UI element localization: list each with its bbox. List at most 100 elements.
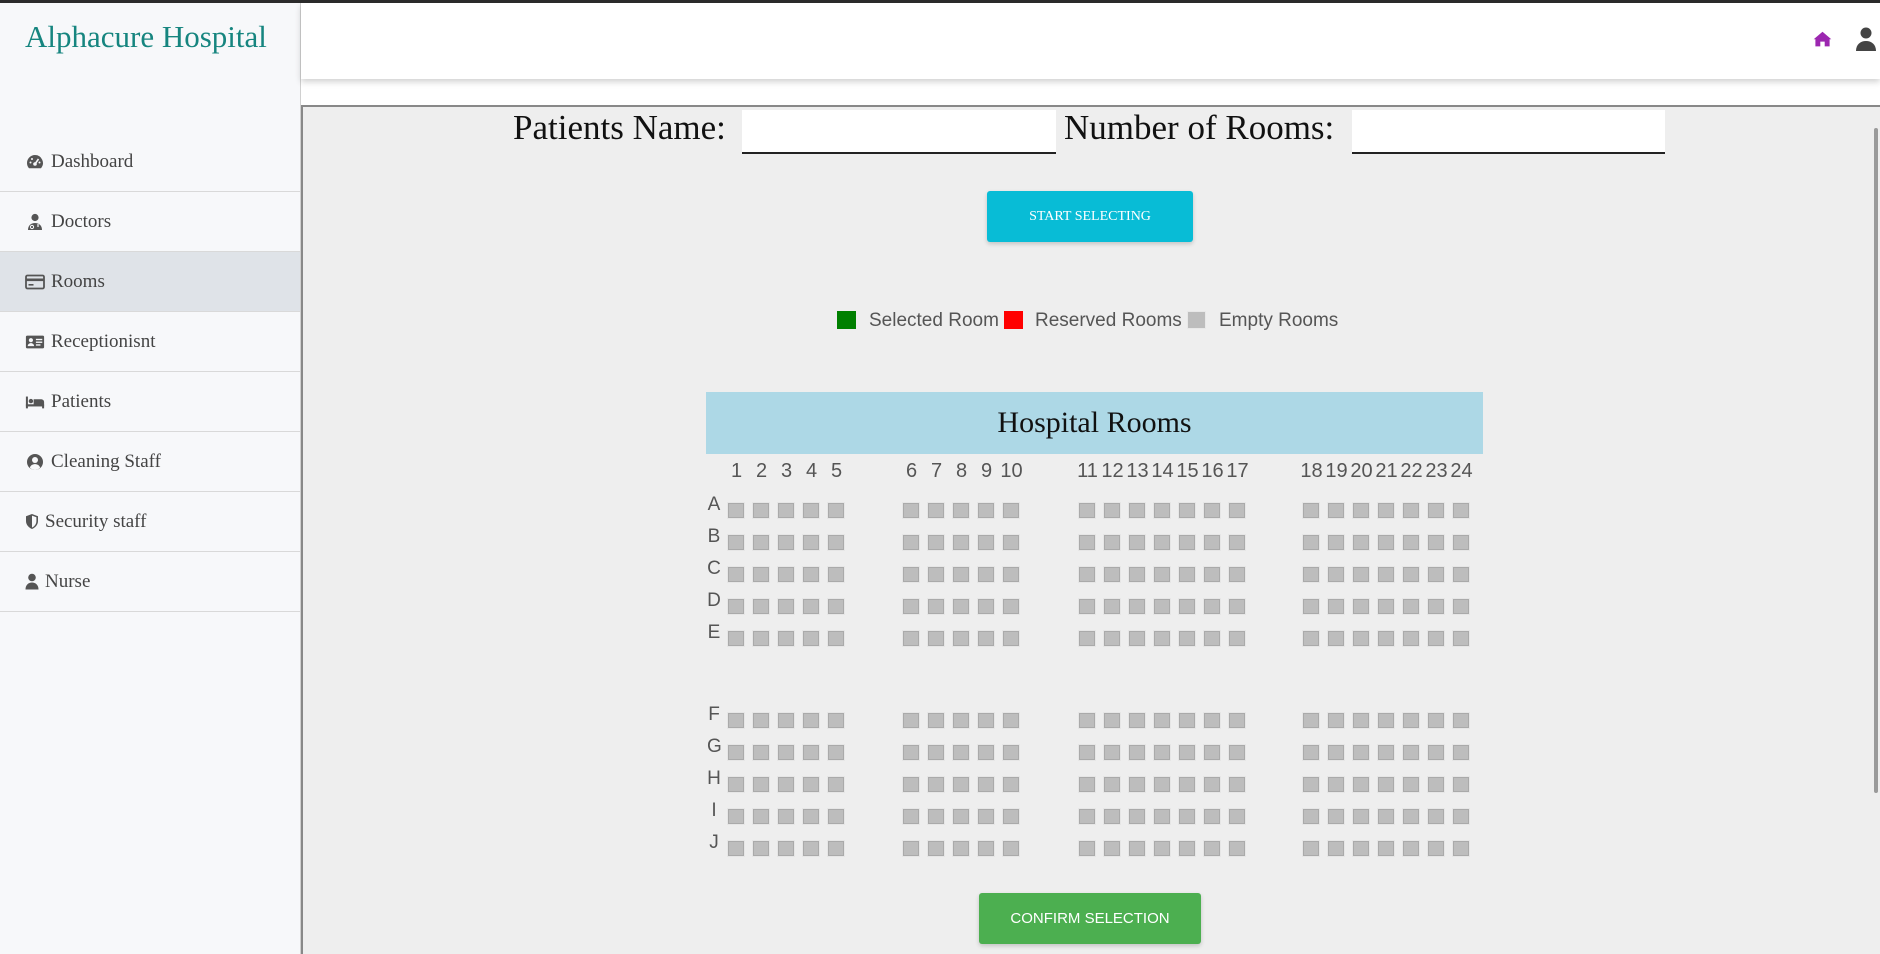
room-seat[interactable] <box>827 744 845 761</box>
room-seat[interactable] <box>902 566 920 583</box>
room-seat[interactable] <box>1427 598 1445 615</box>
room-seat[interactable] <box>1377 502 1395 519</box>
sidebar-item-receptionist[interactable]: Receptionisnt <box>0 312 300 372</box>
room-seat[interactable] <box>977 630 995 647</box>
room-seat[interactable] <box>802 840 820 857</box>
patient-name-input[interactable] <box>742 110 1056 154</box>
room-seat[interactable] <box>827 502 845 519</box>
room-seat[interactable] <box>1427 744 1445 761</box>
room-seat[interactable] <box>752 598 770 615</box>
room-seat[interactable] <box>902 502 920 519</box>
room-seat[interactable] <box>827 776 845 793</box>
room-seat[interactable] <box>1178 534 1196 551</box>
room-seat[interactable] <box>1427 840 1445 857</box>
room-seat[interactable] <box>1352 712 1370 729</box>
room-seat[interactable] <box>1178 776 1196 793</box>
room-seat[interactable] <box>1228 840 1246 857</box>
room-seat[interactable] <box>1302 712 1320 729</box>
room-seat[interactable] <box>1352 598 1370 615</box>
room-seat[interactable] <box>927 712 945 729</box>
room-seat[interactable] <box>827 840 845 857</box>
room-seat[interactable] <box>1153 630 1171 647</box>
room-seat[interactable] <box>1103 534 1121 551</box>
room-seat[interactable] <box>827 598 845 615</box>
room-seat[interactable] <box>1002 598 1020 615</box>
room-seat[interactable] <box>752 744 770 761</box>
room-seat[interactable] <box>1178 808 1196 825</box>
room-seat[interactable] <box>1402 776 1420 793</box>
room-seat[interactable] <box>1103 776 1121 793</box>
room-seat[interactable] <box>1302 534 1320 551</box>
room-seat[interactable] <box>727 776 745 793</box>
room-seat[interactable] <box>1402 502 1420 519</box>
room-seat[interactable] <box>1002 744 1020 761</box>
room-seat[interactable] <box>902 630 920 647</box>
room-seat[interactable] <box>752 502 770 519</box>
room-seat[interactable] <box>1128 598 1146 615</box>
room-seat[interactable] <box>952 744 970 761</box>
room-seat[interactable] <box>1078 840 1096 857</box>
room-seat[interactable] <box>1228 776 1246 793</box>
room-seat[interactable] <box>1327 598 1345 615</box>
confirm-selection-button[interactable]: Confirm Selection <box>979 893 1201 944</box>
room-seat[interactable] <box>927 502 945 519</box>
room-seat[interactable] <box>1153 712 1171 729</box>
room-seat[interactable] <box>1452 566 1470 583</box>
app-title[interactable]: Alphacure Hospital <box>25 19 267 55</box>
sidebar-item-doctors[interactable]: Doctors <box>0 192 300 252</box>
room-seat[interactable] <box>1327 502 1345 519</box>
room-seat[interactable] <box>1302 598 1320 615</box>
room-seat[interactable] <box>777 630 795 647</box>
room-seat[interactable] <box>1203 630 1221 647</box>
room-seat[interactable] <box>1078 744 1096 761</box>
room-seat[interactable] <box>827 630 845 647</box>
room-seat[interactable] <box>727 712 745 729</box>
room-seat[interactable] <box>1228 744 1246 761</box>
room-seat[interactable] <box>1103 598 1121 615</box>
room-seat[interactable] <box>1352 630 1370 647</box>
room-seat[interactable] <box>902 808 920 825</box>
room-seat[interactable] <box>1178 630 1196 647</box>
room-seat[interactable] <box>952 630 970 647</box>
room-seat[interactable] <box>1452 840 1470 857</box>
room-seat[interactable] <box>1327 534 1345 551</box>
room-seat[interactable] <box>1452 598 1470 615</box>
room-seat[interactable] <box>977 502 995 519</box>
room-seat[interactable] <box>977 808 995 825</box>
room-seat[interactable] <box>1128 502 1146 519</box>
room-seat[interactable] <box>802 744 820 761</box>
room-seat[interactable] <box>1103 744 1121 761</box>
room-seat[interactable] <box>1377 566 1395 583</box>
room-seat[interactable] <box>1128 630 1146 647</box>
room-seat[interactable] <box>1352 776 1370 793</box>
room-seat[interactable] <box>1427 502 1445 519</box>
room-seat[interactable] <box>1078 598 1096 615</box>
room-seat[interactable] <box>1352 840 1370 857</box>
room-seat[interactable] <box>1402 840 1420 857</box>
room-seat[interactable] <box>777 566 795 583</box>
room-seat[interactable] <box>1203 840 1221 857</box>
room-seat[interactable] <box>1327 712 1345 729</box>
room-seat[interactable] <box>1452 630 1470 647</box>
room-seat[interactable] <box>1178 566 1196 583</box>
room-seat[interactable] <box>1302 744 1320 761</box>
room-seat[interactable] <box>1377 744 1395 761</box>
room-seat[interactable] <box>952 840 970 857</box>
room-seat[interactable] <box>1178 744 1196 761</box>
room-seat[interactable] <box>752 534 770 551</box>
scrollbar[interactable] <box>1874 128 1878 793</box>
room-seat[interactable] <box>1078 502 1096 519</box>
room-seat[interactable] <box>927 566 945 583</box>
room-seat[interactable] <box>1377 534 1395 551</box>
room-seat[interactable] <box>1128 744 1146 761</box>
room-seat[interactable] <box>1327 776 1345 793</box>
sidebar-item-patients[interactable]: Patients <box>0 372 300 432</box>
room-seat[interactable] <box>727 566 745 583</box>
room-seat[interactable] <box>1002 808 1020 825</box>
room-seat[interactable] <box>1002 712 1020 729</box>
room-seat[interactable] <box>1427 776 1445 793</box>
room-seat[interactable] <box>1153 598 1171 615</box>
room-seat[interactable] <box>927 840 945 857</box>
room-seat[interactable] <box>802 598 820 615</box>
room-seat[interactable] <box>1103 712 1121 729</box>
